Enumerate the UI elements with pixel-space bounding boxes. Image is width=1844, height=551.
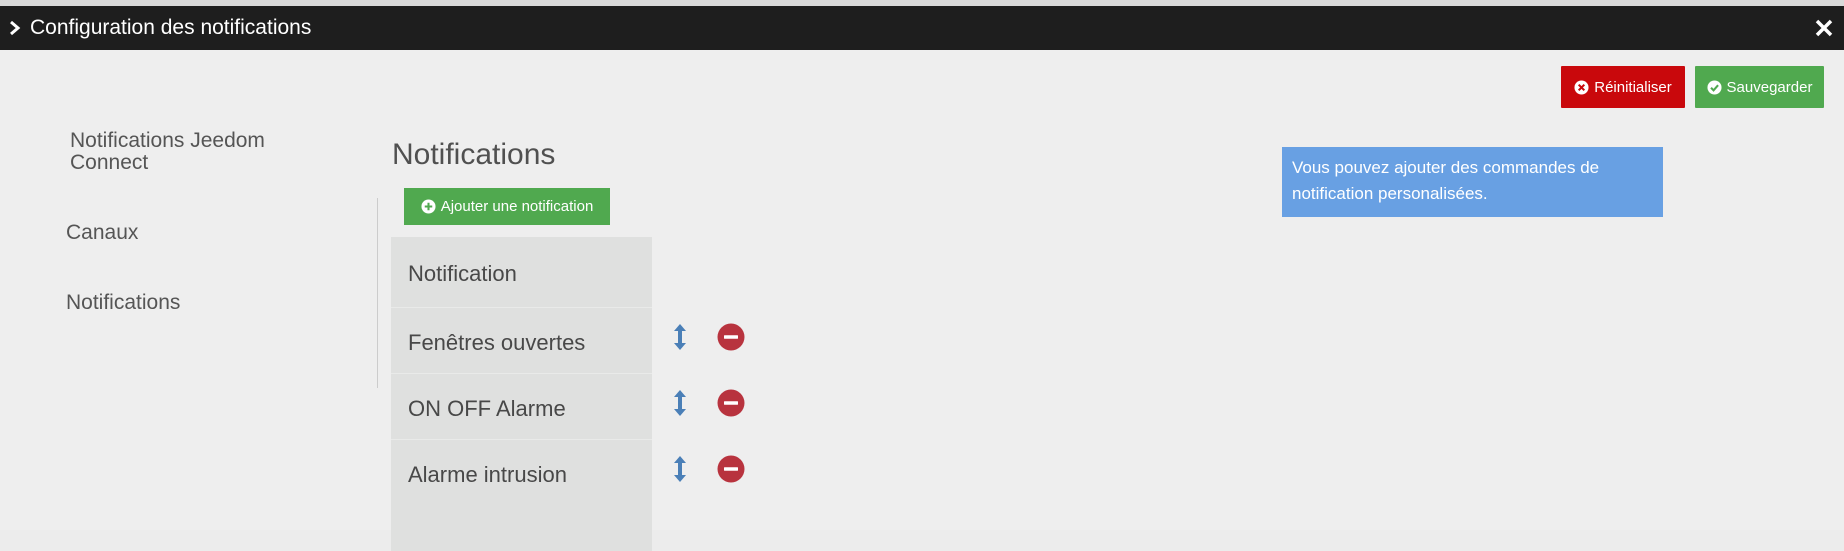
modal-titlebar: Configuration des notifications xyxy=(0,6,1844,50)
reset-button[interactable]: Réinitialiser xyxy=(1561,66,1685,108)
save-button-label: Sauvegarder xyxy=(1726,78,1813,96)
add-notification-button[interactable]: Ajouter une notification xyxy=(404,188,610,225)
remove-circle-icon[interactable] xyxy=(717,323,745,351)
sidebar-item-notifications[interactable]: Notifications xyxy=(66,292,180,314)
plus-circle-icon xyxy=(421,199,436,214)
check-circle-icon xyxy=(1707,79,1722,95)
modal-title: Configuration des notifications xyxy=(30,16,312,39)
remove-circle-icon[interactable] xyxy=(717,389,745,417)
sidebar-divider xyxy=(377,198,378,388)
arrows-v-icon[interactable] xyxy=(672,455,688,483)
modal-body: Réinitialiser Sauvegarder Notifications … xyxy=(0,50,1844,551)
notification-name: Alarme intrusion xyxy=(408,462,567,487)
table-row: ON OFF Alarme xyxy=(391,373,652,440)
notification-name: Fenêtres ouvertes xyxy=(408,330,586,355)
sidebar-item-jeedom-connect[interactable]: Notifications Jeedom Connect xyxy=(70,130,330,174)
add-notification-label: Ajouter une notification xyxy=(440,198,594,215)
arrows-v-icon[interactable] xyxy=(672,389,688,417)
section-title: Notifications xyxy=(392,138,556,171)
sidebar-item-canaux[interactable]: Canaux xyxy=(66,222,138,244)
chevron-right-icon[interactable] xyxy=(8,18,22,38)
table-header: Notification xyxy=(408,261,517,286)
arrows-v-icon[interactable] xyxy=(672,323,688,351)
notifications-table: Notification Fenêtres ouvertes ON OFF Al… xyxy=(391,237,652,551)
reset-button-label: Réinitialiser xyxy=(1594,78,1672,96)
info-alert: Vous pouvez ajouter des commandes de not… xyxy=(1282,147,1663,217)
close-icon[interactable] xyxy=(1814,18,1834,38)
table-row: Alarme intrusion xyxy=(391,439,652,506)
remove-circle-icon[interactable] xyxy=(717,455,745,483)
table-row: Fenêtres ouvertes xyxy=(391,307,652,374)
times-circle-icon xyxy=(1574,79,1589,95)
notification-name: ON OFF Alarme xyxy=(408,396,566,421)
save-button[interactable]: Sauvegarder xyxy=(1695,66,1824,108)
